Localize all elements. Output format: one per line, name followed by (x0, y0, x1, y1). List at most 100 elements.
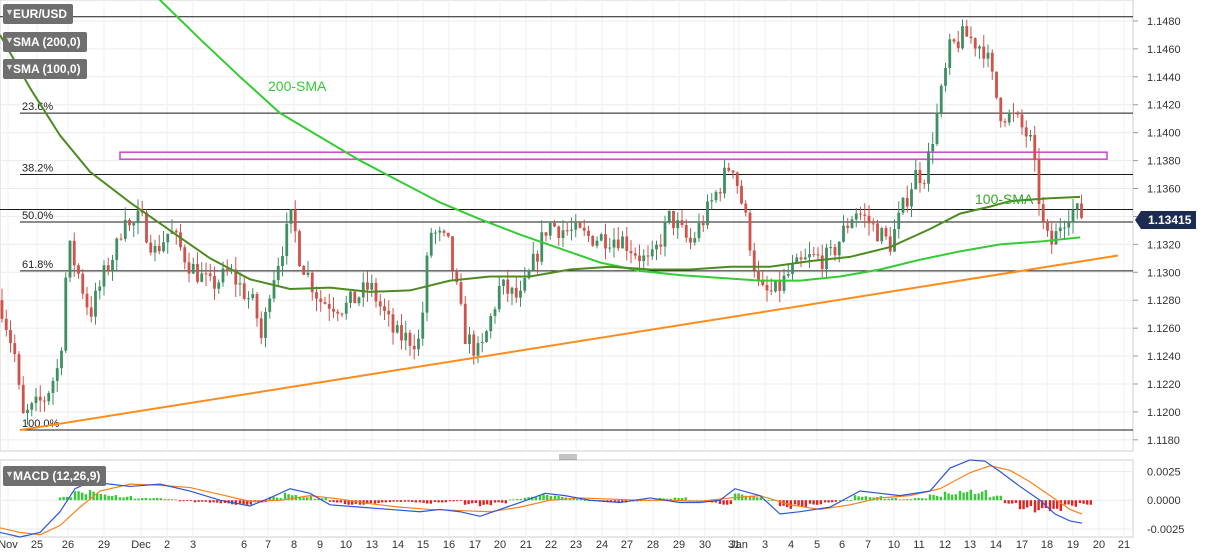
candle-bearish (327, 303, 331, 309)
macd-histogram-bar (771, 500, 774, 502)
candle-bearish (765, 285, 769, 291)
candle-bullish (803, 257, 807, 260)
candle-bearish (629, 250, 633, 254)
macd-histogram-bar (853, 495, 857, 501)
macd-histogram-bar (943, 491, 947, 501)
macd-histogram-bar (681, 498, 684, 501)
candle-bullish (60, 350, 63, 369)
price-tick-label: 1.1400 (1147, 128, 1181, 140)
macd-histogram-bar (504, 500, 507, 504)
candle-bearish (1046, 221, 1049, 231)
candle-bullish (421, 312, 425, 339)
macd-histogram-bar (306, 497, 309, 501)
sma200-legend[interactable]: ▼ SMA (200,0) (3, 32, 87, 52)
macd-histogram-bar (887, 498, 890, 501)
time-tick-label: 18 (1041, 539, 1053, 551)
macd-histogram-bar (958, 490, 962, 501)
time-tick-label: 7 (865, 539, 871, 551)
macd-histogram-bar (392, 500, 395, 502)
candle-bullish (200, 273, 204, 282)
candle-bullish (102, 265, 106, 287)
macd-histogram-bar (77, 491, 80, 501)
candle-bullish (247, 298, 250, 300)
macd-histogram-bar (452, 500, 455, 502)
macd-histogram-bar (444, 500, 447, 503)
candle-bearish (72, 240, 76, 266)
macd-histogram-bar (823, 500, 827, 503)
macd-histogram-bar (238, 500, 242, 504)
macd-histogram-bar (816, 500, 819, 505)
macd-histogram-bar (148, 498, 152, 501)
time-tick-label: 29 (673, 539, 685, 551)
macd-tick-label: -0.0025 (1147, 524, 1184, 536)
candle-bullish (344, 302, 348, 314)
macd-histogram-bar (118, 497, 122, 501)
fib-level-label: 50.0% (22, 210, 53, 222)
candle-bullish (901, 197, 905, 213)
candle-bullish (655, 244, 658, 250)
sma100-legend[interactable]: ▼ SMA (100,0) (3, 59, 87, 79)
macd-histogram-bar (962, 492, 965, 501)
candle-bearish (43, 400, 46, 402)
candle-bearish (17, 354, 21, 385)
candle-bullish (153, 245, 157, 253)
candle-bullish (136, 210, 140, 224)
macd-histogram-bar (122, 497, 125, 501)
candle-bearish (905, 197, 909, 207)
time-tick-label: 17 (469, 539, 481, 551)
pane-divider-handle[interactable] (0, 452, 1133, 462)
candle-bullish (621, 236, 624, 249)
candle-bullish (395, 325, 399, 333)
candle-bearish (1024, 127, 1028, 137)
price-tick-label: 1.1240 (1147, 351, 1181, 363)
candle-bullish (510, 287, 514, 294)
candle-bearish (884, 228, 888, 237)
macd-histogram-bar (332, 500, 335, 503)
symbol-legend[interactable]: ▼ EUR/USD (3, 4, 74, 24)
macd-histogram-bar (1018, 500, 1022, 510)
time-tick-label: 23 (570, 539, 582, 551)
candle-bullish (480, 342, 484, 344)
macd-histogram-bar (133, 498, 137, 501)
macd-histogram-bar (114, 495, 117, 501)
candle-bullish (939, 85, 943, 113)
macd-histogram-bar (163, 499, 167, 501)
macd-histogram-bar (812, 500, 815, 505)
macd-histogram-bar (216, 500, 219, 503)
macd-histogram-bar (152, 498, 155, 501)
macd-histogram-bar (486, 500, 489, 505)
candle-bearish (553, 223, 556, 227)
candle-bullish (1071, 209, 1075, 223)
candle-bullish (349, 291, 352, 303)
time-tick-label: 5 (814, 539, 820, 551)
candle-bearish (633, 253, 637, 256)
candle-bearish (157, 245, 161, 252)
macd-histogram-bar (797, 500, 800, 506)
sma200-line (158, 0, 1081, 282)
candle-bearish (442, 230, 446, 233)
candle-bullish (786, 273, 790, 276)
macd-histogram-bar (324, 497, 327, 501)
candle-bullish (1007, 112, 1011, 123)
candle-bearish (77, 265, 80, 274)
macd-histogram-bar (909, 499, 912, 501)
fib-level-label: 23.6% (22, 101, 53, 113)
macd-legend[interactable]: ▼ MACD (12,26,9) (3, 466, 107, 486)
candle-bullish (1075, 203, 1079, 210)
macd-histogram-bar (827, 500, 830, 503)
candle-bearish (833, 247, 837, 256)
price-tick-label: 1.1460 (1147, 44, 1181, 56)
candle-bearish (128, 219, 131, 226)
price-levels: 23.6%38.2%50.0%61.8%100.0% (0, 16, 1133, 431)
candle-bearish (969, 36, 973, 39)
candle-bearish (846, 225, 850, 228)
candle-bullish (599, 234, 603, 241)
macd-histogram-bar (242, 500, 245, 505)
sma100-line (0, 34, 1081, 293)
macd-legend-label: MACD (12,26,9) (13, 469, 101, 483)
macd-histogram-bar (137, 498, 140, 501)
candle-bullish (417, 338, 420, 350)
candle-bearish (85, 293, 89, 308)
candle-bearish (119, 238, 123, 240)
macd-histogram-bar (542, 494, 545, 501)
